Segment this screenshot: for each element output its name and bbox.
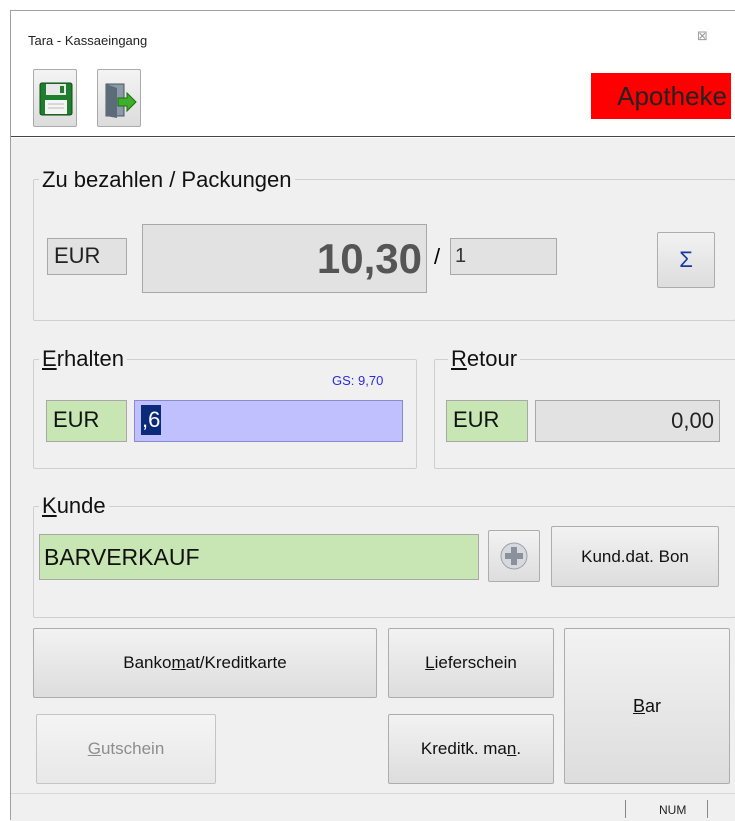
payment-due-legend: Zu bezahlen / Packungen <box>39 167 295 193</box>
change-currency: EUR <box>446 400 528 442</box>
cash-payment-hotkey: B <box>632 695 645 716</box>
customer-legend: Kunde <box>39 493 109 519</box>
change-legend-hotkey: R <box>451 346 467 371</box>
received-legend-rest: rhalten <box>56 346 124 371</box>
manual-credit-hotkey: n <box>506 739 517 758</box>
received-amount-value: ,6 <box>141 405 162 435</box>
cash-payment-button[interactable]: Bar <box>564 628 730 784</box>
card-payment-label-pre: Banko <box>123 653 172 672</box>
received-amount-input[interactable]: ,6 <box>134 400 403 442</box>
window-title: Tara - Kassaeingang <box>28 33 148 48</box>
change-amount: 0,00 <box>535 400 720 442</box>
department-badge: Apotheke <box>591 73 731 119</box>
amount-separator: / <box>434 244 441 269</box>
customer-legend-rest: unde <box>56 493 106 518</box>
customer-name: BARVERKAUF <box>39 534 479 580</box>
status-divider <box>707 800 708 818</box>
manual-credit-button[interactable]: Kreditk. ma n. <box>388 714 554 784</box>
voucher-button[interactable]: Gutschein <box>36 714 216 784</box>
received-legend: Erhalten <box>39 346 127 372</box>
content-panel: Zu bezahlen / Packungen EUR 10,30 / 1 Σ … <box>11 138 735 793</box>
card-payment-hotkey: m <box>171 653 186 672</box>
card-payment-button[interactable]: Banko m at/Kreditkarte <box>33 628 377 698</box>
exit-button[interactable] <box>97 69 141 127</box>
voucher-label-post: utschein <box>100 739 165 758</box>
due-currency: EUR <box>47 238 127 275</box>
toolbar: Apotheke <box>11 61 735 137</box>
title-bar: Tara - Kassaeingang ⊠ <box>11 11 735 61</box>
change-legend-rest: etour <box>466 346 518 371</box>
customer-legend-hotkey: K <box>42 493 57 518</box>
due-amount: 10,30 <box>142 224 427 293</box>
customer-receipt-button[interactable]: Kund.dat. Bon <box>551 526 719 587</box>
save-button[interactable] <box>33 69 77 127</box>
voucher-balance: GS: 9,70 <box>332 373 384 388</box>
package-count: 1 <box>450 238 557 275</box>
manual-credit-label-post: . <box>516 739 522 758</box>
received-currency: EUR <box>46 400 127 442</box>
status-bar: NUM <box>11 793 735 821</box>
cash-payment-label-post: ar <box>645 695 662 716</box>
voucher-hotkey: G <box>87 739 101 758</box>
exit-door-icon <box>105 83 137 118</box>
delivery-note-button[interactable]: Lieferschein <box>388 628 554 698</box>
card-payment-label-post: at/Kreditkarte <box>185 653 287 672</box>
status-divider <box>625 800 626 818</box>
close-icon[interactable]: ⊠ <box>697 28 708 44</box>
delivery-note-hotkey: L <box>425 653 435 672</box>
cash-register-window: Tara - Kassaeingang ⊠ Apotheke Zu bezahl… <box>10 10 735 821</box>
manual-credit-label-pre: Kreditk. ma <box>420 739 507 758</box>
num-lock-indicator: NUM <box>659 803 687 817</box>
delivery-note-label-post: ieferschein <box>434 653 517 672</box>
change-legend: Retour <box>448 346 521 372</box>
received-legend-hotkey: E <box>42 346 57 371</box>
plus-circle-icon <box>500 542 528 570</box>
add-customer-button[interactable] <box>488 530 540 582</box>
sum-button[interactable]: Σ <box>657 232 715 288</box>
floppy-disk-icon <box>39 82 73 116</box>
